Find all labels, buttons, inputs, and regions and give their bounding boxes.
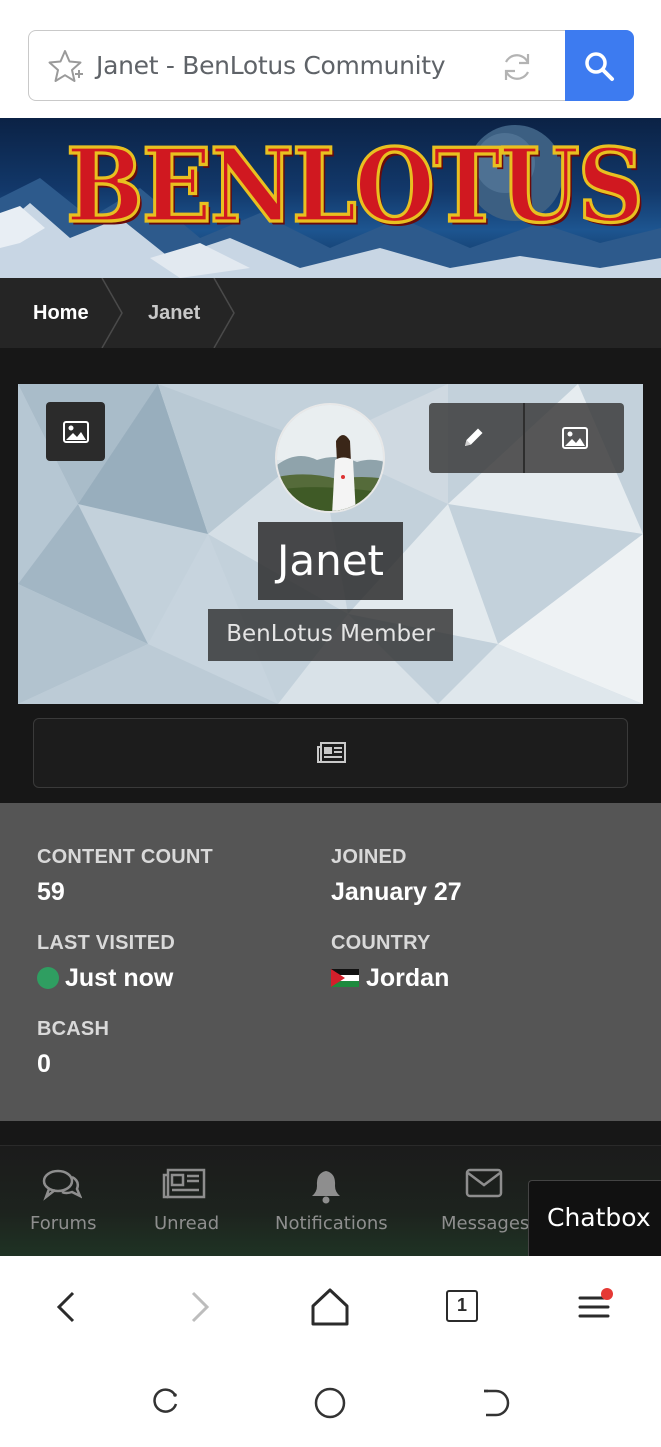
recents-button[interactable]	[146, 1384, 184, 1427]
nav-label: Messages	[441, 1213, 530, 1234]
joined-value: January 27	[331, 878, 462, 906]
joined-label: JOINED	[331, 846, 407, 868]
breadcrumb-separator	[213, 278, 235, 348]
nav-messages[interactable]: Messages	[441, 1146, 531, 1257]
nav-notifications[interactable]: Notifications	[275, 1146, 388, 1257]
chat-bubbles-icon	[42, 1169, 82, 1201]
browser-toolbar: 1	[0, 1256, 661, 1356]
recents-icon	[153, 1388, 178, 1413]
site-banner[interactable]: BENLOTUS	[0, 118, 661, 278]
breadcrumb-separator	[101, 278, 123, 348]
chatbox-label: Chatbox	[547, 1203, 651, 1232]
forward-button[interactable]	[174, 1282, 224, 1332]
breadcrumb-home-link[interactable]: Home	[33, 302, 89, 325]
nav-label: Unread	[154, 1213, 220, 1234]
circle-home-icon	[314, 1387, 346, 1419]
tabs-button[interactable]: 1	[438, 1282, 488, 1332]
nav-label: Forums	[30, 1213, 97, 1234]
image-icon	[562, 427, 588, 449]
browser-url-bar: Janet - BenLotus Community	[0, 0, 661, 118]
system-back-icon	[484, 1389, 510, 1417]
bell-icon	[312, 1171, 340, 1204]
country-label: COUNTRY	[331, 932, 431, 954]
profile-avatar[interactable]	[275, 403, 385, 513]
profile-name: Janet	[276, 536, 385, 585]
avatar-photo	[277, 405, 383, 511]
search-icon	[585, 52, 614, 81]
profile-name-box: Janet	[258, 522, 403, 600]
newspaper-icon	[317, 742, 346, 763]
site-logo: BENLOTUS	[65, 126, 646, 246]
profile-actions	[429, 403, 624, 473]
pencil-icon	[465, 428, 483, 446]
page-title-url[interactable]: Janet - BenLotus Community	[96, 51, 446, 80]
back-arrow-icon	[56, 1291, 75, 1323]
bcash-value: 0	[37, 1050, 51, 1078]
content-count-value: 59	[37, 878, 65, 906]
nav-unread[interactable]: Unread	[154, 1146, 224, 1257]
online-status-dot	[37, 967, 59, 989]
newspaper-icon	[162, 1168, 206, 1199]
image-icon	[63, 421, 89, 443]
profile-cover: Janet BenLotus Member	[18, 384, 643, 704]
menu-icon	[578, 1288, 613, 1318]
home-button[interactable]	[305, 1282, 355, 1332]
last-visited-text: Just now	[65, 964, 174, 992]
edit-cover-photo-button[interactable]	[525, 403, 624, 473]
home-icon	[311, 1288, 349, 1326]
nav-label: Notifications	[275, 1213, 388, 1234]
edit-profile-button[interactable]	[429, 403, 525, 473]
content-count-label: CONTENT COUNT	[37, 846, 213, 868]
address-field[interactable]: Janet - BenLotus Community	[28, 30, 566, 101]
envelope-icon	[465, 1168, 503, 1198]
tab-count: 1	[446, 1290, 478, 1322]
last-visited-label: LAST VISITED	[37, 932, 175, 954]
back-button[interactable]	[42, 1282, 92, 1332]
breadcrumb: Home Janet	[0, 278, 661, 348]
bcash-label: BCASH	[37, 1018, 110, 1040]
member-rank: BenLotus Member	[226, 621, 435, 647]
country-value: Jordan	[366, 964, 450, 992]
view-content-button[interactable]	[33, 718, 628, 788]
last-visited-value: Just now	[37, 964, 173, 993]
system-back-button[interactable]	[474, 1384, 512, 1427]
forward-arrow-icon	[191, 1291, 210, 1323]
system-home-button[interactable]	[311, 1384, 349, 1427]
breadcrumb-current-page[interactable]: Janet	[148, 302, 200, 325]
bookmark-star-icon[interactable]	[45, 47, 85, 87]
reload-icon[interactable]	[499, 49, 535, 85]
system-navigation-bar	[0, 1356, 661, 1447]
jordan-flag-icon	[331, 969, 359, 987]
nav-forums[interactable]: Forums	[30, 1146, 100, 1257]
search-button[interactable]	[565, 30, 634, 101]
chatbox-button[interactable]: Chatbox	[528, 1180, 661, 1257]
change-cover-button[interactable]	[46, 402, 105, 461]
member-rank-box: BenLotus Member	[208, 609, 453, 661]
browser-menu-button[interactable]	[570, 1282, 620, 1332]
